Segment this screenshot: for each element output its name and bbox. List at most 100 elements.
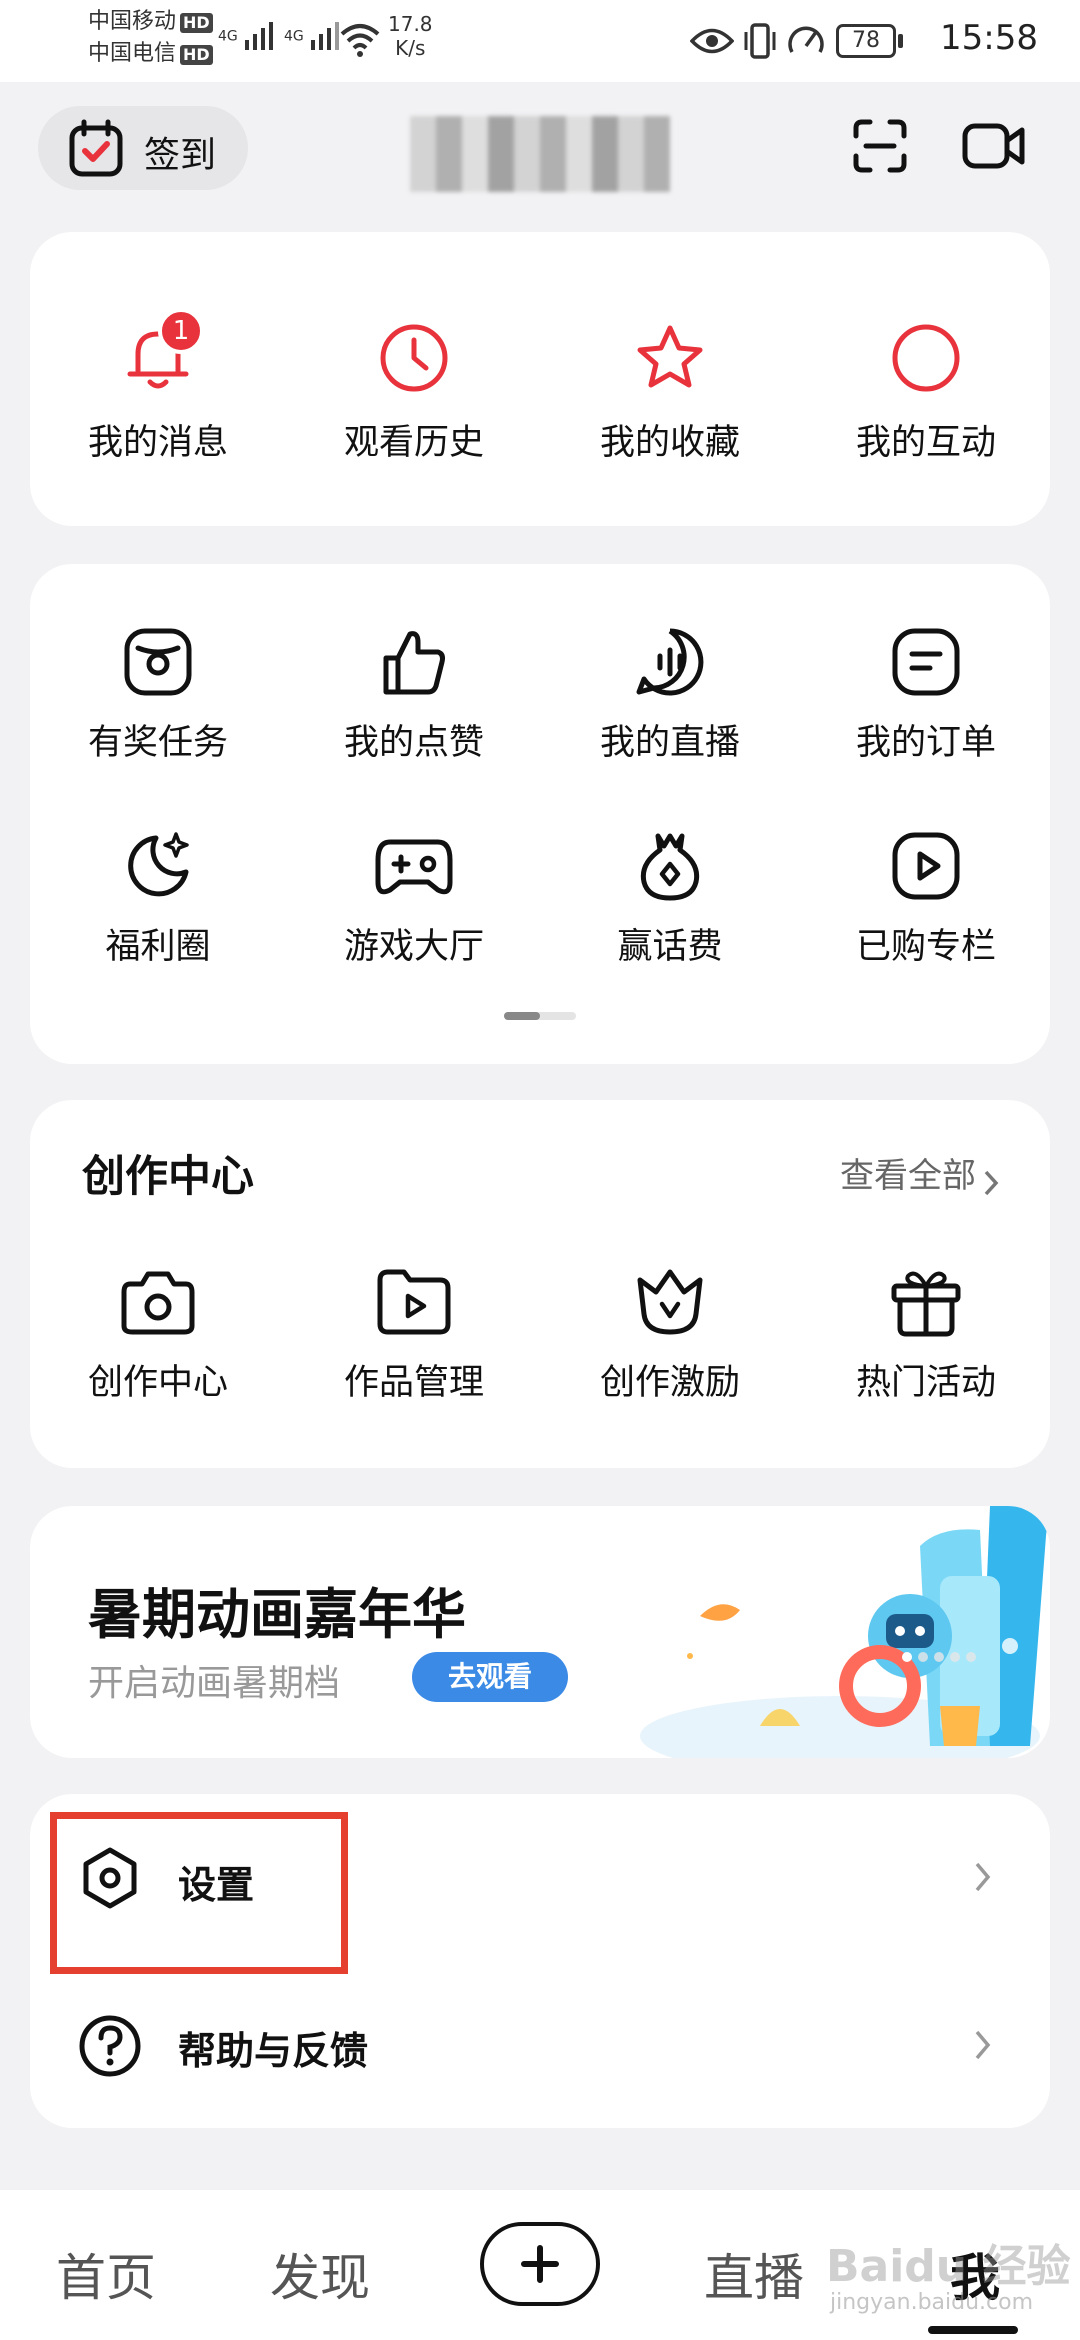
banner-subtitle: 开启动画暑期档: [88, 1663, 341, 1704]
quick-action-favorites[interactable]: 我的收藏: [542, 318, 798, 465]
network-speed: 17.8 K/s: [388, 12, 433, 60]
vibrate-icon: [744, 23, 776, 59]
tab-active-indicator: [928, 2326, 1018, 2334]
creator-item-label: 热门活动: [855, 1363, 996, 1403]
speedometer-icon: [788, 26, 824, 53]
battery-tip: [898, 34, 903, 48]
network-type-label: 4G: [283, 28, 304, 45]
speed-unit: K/s: [395, 36, 426, 60]
tool-label: 我的点赞: [343, 723, 484, 763]
wifi-icon: [340, 24, 380, 57]
carrier2-label: 中国电信: [88, 41, 177, 66]
banner-dot: [918, 1652, 928, 1662]
gift-icon: [891, 1271, 961, 1337]
view-all-link[interactable]: 查看全部: [840, 1148, 1001, 1198]
banner-dot: [966, 1652, 976, 1662]
order-icon: [892, 628, 960, 696]
tool-label: 我的订单: [855, 723, 996, 763]
banner-dot: [950, 1652, 960, 1662]
thumbs-up-icon: [383, 631, 445, 695]
tool-my-live[interactable]: 我的直播: [542, 626, 798, 765]
clock-icon: [380, 324, 448, 392]
tab-discover[interactable]: 发现: [270, 2238, 370, 2310]
quick-action-label: 我的消息: [87, 423, 228, 463]
creator-item-events[interactable]: 热门活动: [798, 1266, 1054, 1405]
tool-label: 福利圈: [105, 927, 211, 967]
watermark-url: jingyan.baidu.com: [830, 2290, 1034, 2315]
help-question-icon: [79, 2015, 141, 2077]
quick-action-messages[interactable]: 我的消息: [30, 318, 286, 465]
promo-banner[interactable]: 暑期动画嘉年华 开启动画暑期档 去观看: [30, 1506, 1050, 1758]
battery-indicator: 78: [836, 24, 896, 58]
carrier1-label: 中国移动: [88, 9, 177, 34]
create-plus-button[interactable]: [480, 2222, 600, 2306]
speed-value: 17.8: [388, 12, 433, 36]
tab-home[interactable]: 首页: [56, 2238, 156, 2310]
banner-title: 暑期动画嘉年华: [88, 1583, 466, 1646]
money-bag-icon: [640, 833, 700, 901]
scan-icon[interactable]: [852, 118, 908, 174]
circle-icon: [892, 324, 960, 392]
chevron-right-icon: [984, 1170, 999, 1195]
network-type-label: 4G: [218, 28, 238, 45]
gamepad-icon: [375, 839, 453, 895]
banner-dot-active: [902, 1652, 912, 1662]
tool-orders[interactable]: 我的订单: [798, 626, 1054, 765]
tool-label: 已购专栏: [855, 927, 996, 967]
tool-label: 游戏大厅: [343, 927, 484, 967]
creator-center-title: 创作中心: [82, 1152, 254, 1202]
creator-item-label: 创作中心: [87, 1363, 228, 1403]
help-feedback-label: 帮助与反馈: [178, 2029, 369, 2073]
quick-action-label: 观看历史: [343, 423, 484, 463]
eye-icon: [690, 28, 734, 54]
tool-likes[interactable]: 我的点赞: [286, 626, 542, 765]
tool-win-credit[interactable]: 赢话费: [542, 830, 798, 969]
carrier-secondary: 中国电信 HD: [88, 40, 213, 68]
signin-label: 签到: [144, 135, 217, 176]
tool-purchased-columns[interactable]: 已购专栏: [798, 830, 1054, 969]
carrier-primary: 中国移动 HD: [88, 8, 213, 36]
tool-label: 赢话费: [617, 927, 723, 967]
plus-icon: [521, 2245, 559, 2283]
battery-level: 78: [852, 28, 880, 53]
notification-badge: 1: [158, 308, 204, 354]
live-icon: [636, 628, 704, 696]
moon-sparkle-icon: [128, 832, 189, 897]
quick-action-label: 我的收藏: [599, 423, 740, 463]
creator-item-label: 作品管理: [343, 1363, 484, 1403]
creator-item-center[interactable]: 创作中心: [30, 1266, 286, 1405]
banner-dot: [934, 1652, 944, 1662]
hd-badge: HD: [180, 13, 213, 33]
tool-game-hall[interactable]: 游戏大厅: [286, 830, 542, 969]
tool-reward-task[interactable]: 有奖任务: [30, 626, 286, 765]
tool-welfare[interactable]: 福利圈: [30, 830, 286, 969]
calendar-check-icon: [69, 119, 123, 177]
page-indicator-active: [504, 1012, 540, 1020]
creator-item-works[interactable]: 作品管理: [286, 1266, 542, 1405]
folder-play-icon: [377, 1269, 451, 1335]
video-camera-icon[interactable]: [962, 120, 1026, 172]
username-blurred: [410, 116, 670, 192]
tab-live[interactable]: 直播: [704, 2238, 804, 2310]
quick-action-interactions[interactable]: 我的互动: [798, 318, 1054, 465]
signal-icon: 4G 4G: [218, 20, 345, 52]
camera-icon: [121, 1271, 195, 1335]
chevron-right-icon: [975, 1862, 991, 1892]
tool-label: 有奖任务: [87, 723, 228, 763]
chevron-right-icon: [975, 2030, 991, 2060]
reward-task-icon: [124, 628, 192, 696]
highlight-box: [50, 1812, 348, 1974]
crown-v-icon: [637, 1269, 703, 1335]
tool-label: 我的直播: [599, 723, 740, 763]
creator-item-incentive[interactable]: 创作激励: [542, 1266, 798, 1405]
play-square-icon: [892, 832, 960, 900]
star-icon: [637, 325, 703, 388]
clock-time: 15:58: [940, 18, 1038, 58]
banner-illustration: [640, 1506, 1047, 1758]
creator-item-label: 创作激励: [599, 1363, 740, 1403]
quick-action-history[interactable]: 观看历史: [286, 318, 542, 465]
view-all-label: 查看全部: [840, 1156, 976, 1196]
banner-watch-button[interactable]: 去观看: [412, 1652, 568, 1702]
watermark-logo: Baidu 经验: [826, 2241, 1071, 2292]
hd-badge: HD: [180, 45, 213, 65]
